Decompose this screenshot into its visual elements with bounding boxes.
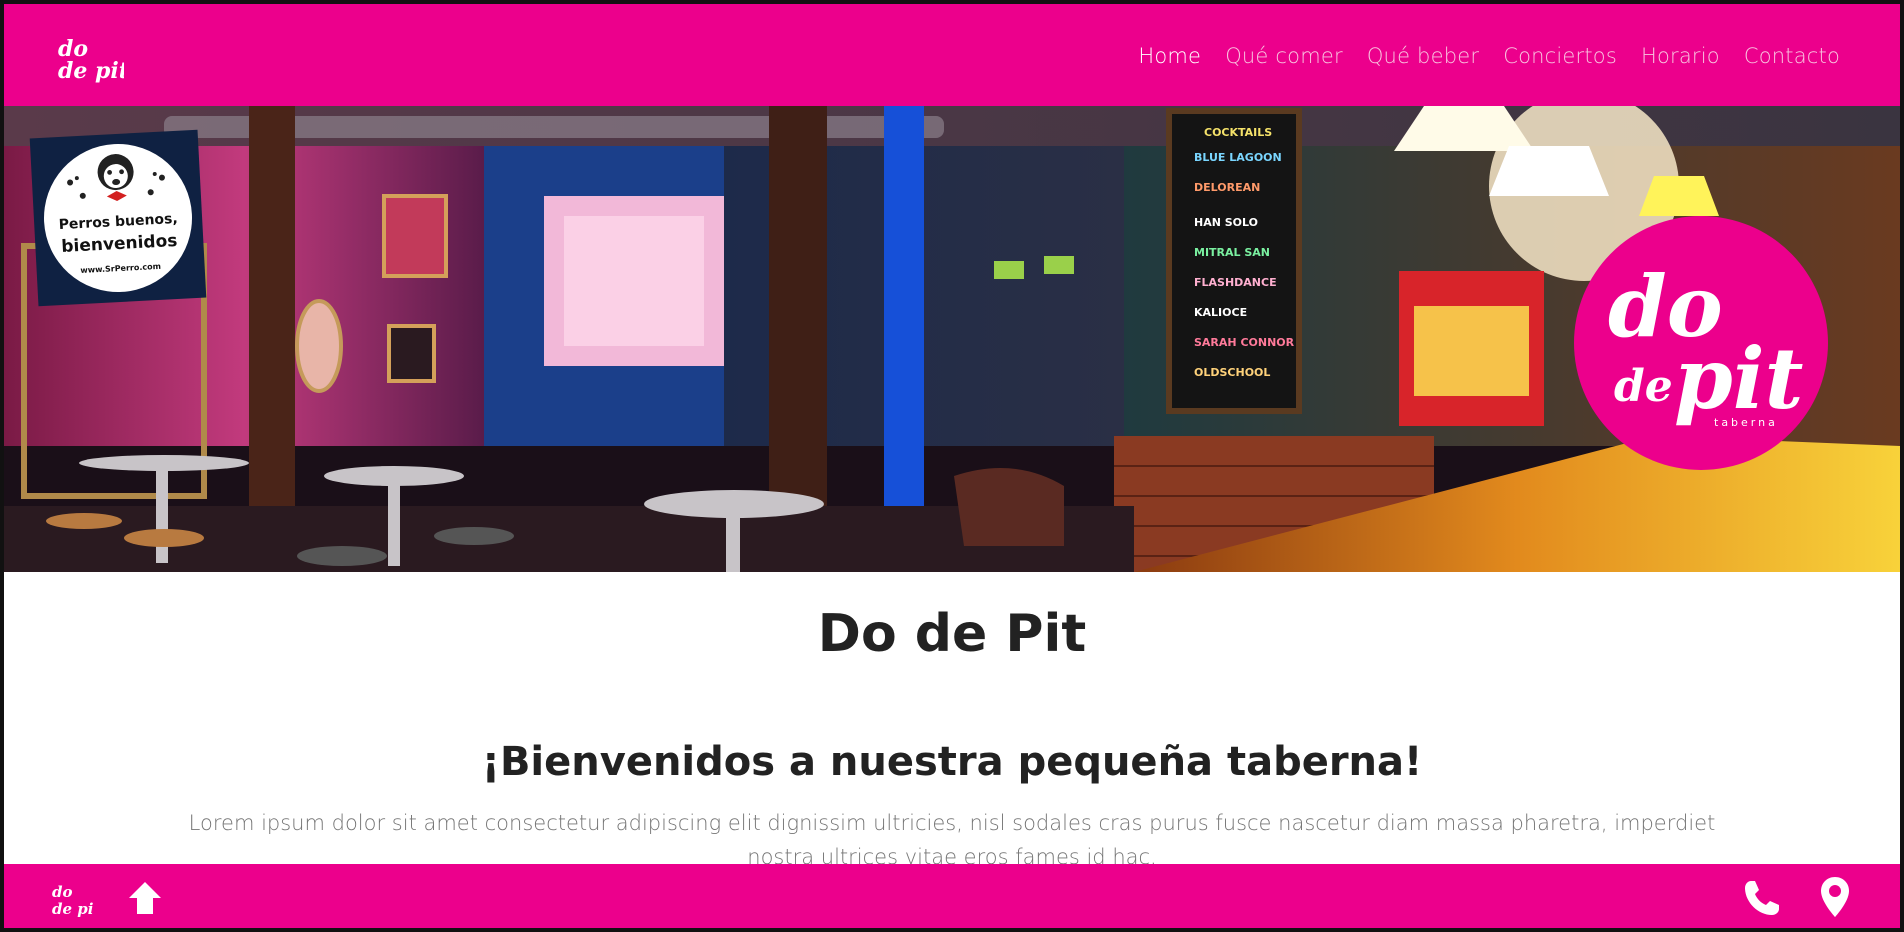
svg-text:COCKTAILS: COCKTAILS [1204, 126, 1272, 139]
logo-text-depit: de pit [58, 58, 124, 84]
svg-text:KALIOCE: KALIOCE [1194, 306, 1247, 319]
site-footer: do de pit [4, 864, 1900, 928]
nav-item-home[interactable]: Home [1138, 44, 1201, 68]
site-header: do de pit Home Qué comer Qué beber Conci… [4, 4, 1900, 106]
welcome-heading: ¡Bienvenidos a nuestra pequeña taberna! [481, 739, 1423, 785]
hero-brand-logo: do de pit taberna [1574, 216, 1828, 470]
nav-item-horario[interactable]: Horario [1641, 44, 1720, 68]
map-pin-icon[interactable] [1820, 876, 1850, 922]
nav-item-conciertos[interactable]: Conciertos [1503, 44, 1617, 68]
badge-url: www.SrPerro.com [80, 261, 162, 276]
big-logo-de: de [1614, 361, 1673, 412]
footer-logo[interactable]: do de pit [52, 882, 100, 922]
big-logo-sub: taberna [1714, 416, 1778, 429]
svg-text:OLDSCHOOL: OLDSCHOOL [1194, 366, 1270, 379]
footer-logo-depit: de pit [52, 900, 94, 918]
dog-friendly-badge: Perros buenos, bienvenidos www.SrPerro.c… [29, 129, 207, 307]
nav-item-que-beber[interactable]: Qué beber [1367, 44, 1479, 68]
page-frame: do de pit Home Qué comer Qué beber Conci… [0, 0, 1904, 932]
badge-text-line2: bienvenidos [60, 230, 178, 257]
svg-text:MITRAL SAN: MITRAL SAN [1194, 246, 1270, 259]
dog-friendly-sticker: Perros buenos, bienvenidos www.SrPerro.c… [40, 140, 196, 296]
site-logo[interactable]: do de pit [54, 34, 129, 84]
nav-item-que-comer[interactable]: Qué comer [1225, 44, 1343, 68]
footer-logo-do: do [52, 883, 73, 901]
main-nav: Home Qué comer Qué beber Conciertos Hora… [1138, 44, 1840, 68]
svg-text:DELOREAN: DELOREAN [1194, 181, 1260, 194]
nav-item-contacto[interactable]: Contacto [1744, 44, 1840, 68]
svg-text:SARAH CONNOR: SARAH CONNOR [1194, 336, 1295, 349]
arrow-up-icon[interactable] [126, 879, 164, 921]
phone-icon[interactable] [1742, 878, 1782, 922]
dog-face-icon [67, 154, 165, 202]
svg-text:BLUE LAGOON: BLUE LAGOON [1194, 151, 1282, 164]
svg-text:HAN SOLO: HAN SOLO [1194, 216, 1258, 229]
svg-text:FLASHDANCE: FLASHDANCE [1194, 276, 1277, 289]
page-title: Do de Pit [817, 604, 1087, 664]
big-logo-pit: pit [1674, 329, 1803, 428]
